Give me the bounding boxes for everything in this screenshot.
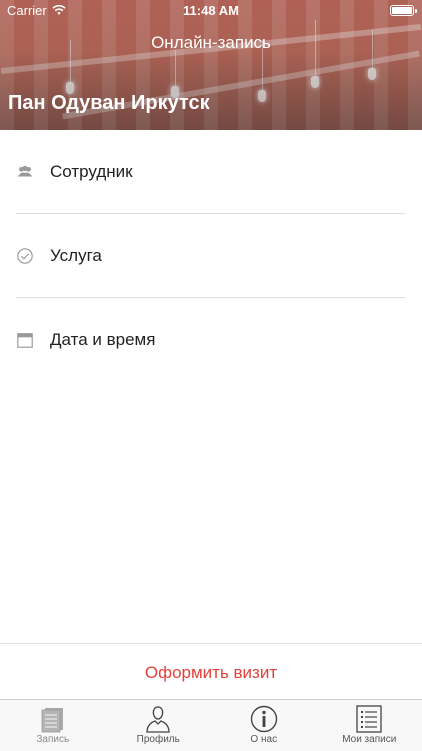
field-service[interactable]: Услуга [0, 214, 422, 298]
tab-bar: Запись Профиль О нас Мои записи [0, 699, 422, 751]
document-icon [38, 704, 68, 734]
checkmark-circle-icon [16, 247, 34, 265]
field-label: Сотрудник [50, 162, 133, 182]
page-title: Онлайн-запись [0, 33, 422, 53]
tab-label: Запись [0, 734, 106, 745]
user-icon [143, 704, 173, 734]
tab-booking[interactable]: Запись [0, 700, 106, 751]
info-icon [249, 704, 279, 734]
header-banner: Carrier 11:48 AM Онлайн-запись Пан Одува… [0, 0, 422, 130]
tab-label: Мои записи [317, 734, 422, 745]
tab-label: О нас [211, 734, 317, 745]
people-icon [16, 163, 34, 181]
booking-fields-list: Сотрудник Услуга Дата и время [0, 130, 422, 382]
book-visit-button[interactable]: Оформить визит [0, 643, 422, 700]
book-visit-label: Оформить визит [0, 663, 422, 683]
field-datetime[interactable]: Дата и время [0, 298, 422, 382]
calendar-icon [16, 331, 34, 349]
tab-label: Профиль [106, 734, 212, 745]
battery-level [392, 7, 412, 14]
list-icon [354, 704, 384, 734]
battery-icon [390, 5, 414, 16]
tab-my-bookings[interactable]: Мои записи [317, 700, 422, 751]
tab-about[interactable]: О нас [211, 700, 317, 751]
tab-profile[interactable]: Профиль [106, 700, 212, 751]
field-label: Дата и время [50, 330, 155, 350]
field-employee[interactable]: Сотрудник [0, 130, 422, 214]
field-label: Услуга [50, 246, 102, 266]
business-name: Пан Одуван Иркутск [8, 92, 210, 115]
status-time: 11:48 AM [0, 3, 422, 18]
status-bar: Carrier 11:48 AM [0, 0, 422, 22]
